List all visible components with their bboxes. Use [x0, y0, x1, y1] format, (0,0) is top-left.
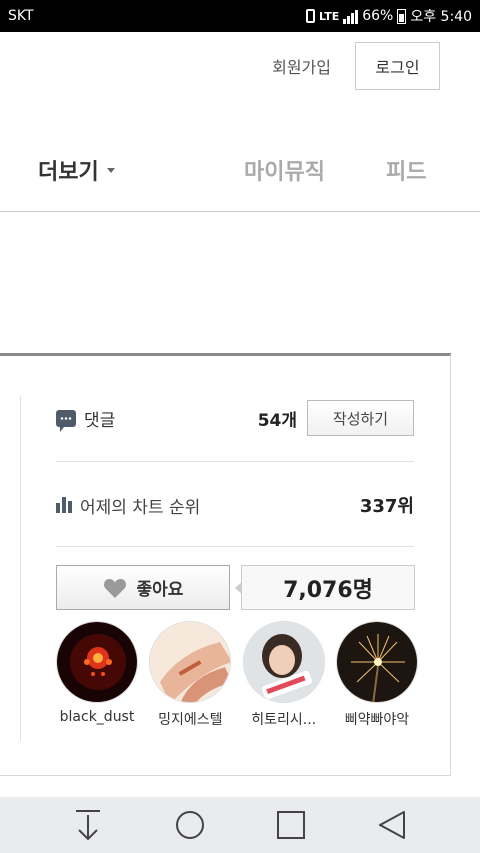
liker-item[interactable]: black_dust	[56, 621, 138, 729]
like-label: 좋아요	[136, 580, 184, 600]
carrier-label: SKT	[8, 8, 34, 24]
login-button[interactable]: 로그인	[355, 42, 440, 90]
liker-name: 밍지에스텔	[158, 712, 223, 728]
main-nav: 더보기 마이뮤직 피드	[0, 130, 480, 212]
download-icon[interactable]	[73, 808, 103, 842]
nav-feed[interactable]: 피드	[386, 154, 426, 186]
battery-icon	[397, 8, 407, 24]
heart-icon	[103, 578, 126, 598]
liker-name: 삐약빠야악	[344, 712, 410, 728]
divider	[56, 546, 414, 547]
auth-row: 회원가입 로그인	[272, 42, 440, 90]
liker-item[interactable]: 히토리시...	[242, 621, 325, 729]
avatar	[242, 621, 325, 703]
avatar	[56, 621, 138, 703]
liker-item[interactable]: 삐약빠야악	[335, 621, 418, 729]
chart-rank-value: 337위	[359, 496, 414, 517]
comment-count: 54개	[257, 410, 297, 431]
system-nav-bar	[0, 797, 480, 853]
status-icons: LTE 66% 오후 5:40	[306, 6, 472, 26]
join-link[interactable]: 회원가입	[272, 54, 331, 78]
lte-icon: LTE	[319, 9, 340, 23]
clock: 오후 5:40	[410, 9, 472, 25]
bar-chart-icon	[56, 497, 72, 513]
home-icon[interactable]	[174, 809, 206, 841]
status-bar: SKT LTE 66% 오후 5:40	[0, 0, 480, 32]
chart-rank-label: 어제의 차트 순위	[80, 497, 201, 518]
recent-apps-icon[interactable]	[276, 810, 306, 840]
caret-down-icon	[106, 167, 115, 173]
comment-label: 댓글	[84, 410, 116, 431]
liker-name: black_dust	[59, 709, 135, 725]
comment-icon	[56, 409, 76, 432]
avatar	[335, 621, 418, 703]
like-count: 7,076명	[235, 565, 415, 610]
divider	[56, 461, 414, 462]
avatar	[149, 621, 232, 703]
nav-mymusic[interactable]: 마이뮤직	[244, 154, 325, 186]
chart-rank-row: 어제의 차트 순위 337위	[56, 488, 414, 522]
card-divider	[20, 396, 21, 741]
liker-list: black_dust 밍지에스텔 히토리시... 삐약빠야악	[56, 621, 418, 729]
signal-icon	[343, 8, 359, 24]
battery-percent: 66%	[362, 8, 394, 24]
comment-row: 댓글 54개 작성하기	[56, 400, 414, 436]
nav-more-menu[interactable]: 더보기	[38, 154, 115, 186]
write-comment-button[interactable]: 작성하기	[307, 400, 414, 436]
liker-item[interactable]: 밍지에스텔	[149, 621, 232, 729]
nav-more-label: 더보기	[38, 160, 99, 185]
vibrate-icon	[306, 9, 315, 23]
liker-name: 히토리시...	[251, 712, 317, 728]
back-icon[interactable]	[377, 810, 407, 840]
like-button[interactable]: 좋아요	[56, 565, 230, 610]
